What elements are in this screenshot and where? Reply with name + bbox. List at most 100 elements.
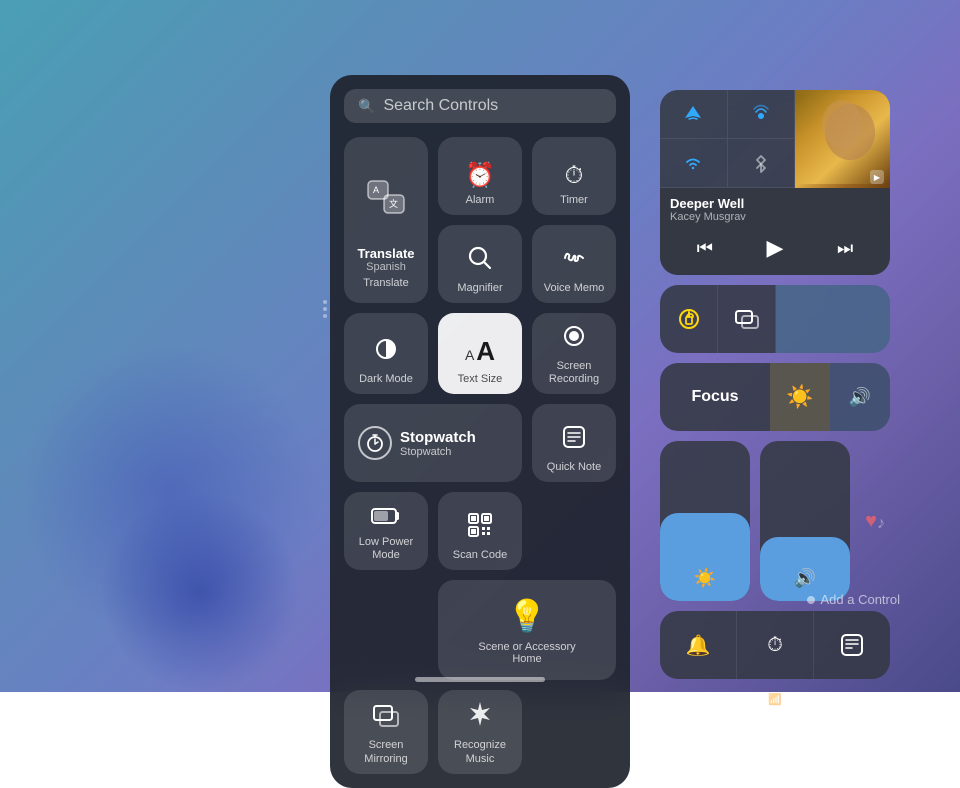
big-a: A — [476, 336, 495, 367]
timer-button[interactable]: ⏱ — [737, 611, 814, 679]
lock-rotation-button[interactable] — [660, 285, 718, 353]
screen-mirroring-tile[interactable]: ScreenMirroring — [344, 690, 428, 773]
translate-bottom: Translate — [363, 277, 408, 289]
now-playing-widget: ▶ Deeper Well Kacey Musgrav ⏮ ▶ ⏭ — [660, 90, 890, 275]
voice-memo-tile[interactable]: Voice Memo — [532, 225, 616, 303]
lock-screen-row — [660, 285, 890, 353]
brightness-slider[interactable]: ☀️ — [660, 441, 750, 601]
now-playing-top: ▶ — [660, 90, 890, 188]
screen-recording-label: ScreenRecording — [549, 360, 599, 386]
magnifier-tile[interactable]: Magnifier — [438, 225, 522, 303]
track-title: Deeper Well — [670, 196, 880, 211]
album-art: ▶ — [795, 90, 890, 188]
dark-mode-tile[interactable]: Dark Mode — [344, 313, 428, 394]
home-scene-icon: 💡 — [507, 597, 547, 635]
dark-mode-label: Dark Mode — [359, 373, 413, 386]
signal-icon: 📶 — [768, 693, 782, 706]
stopwatch-icon — [358, 426, 392, 460]
home-indicator — [415, 677, 545, 682]
play-pause-button[interactable]: ▶ — [763, 231, 788, 265]
low-power-tile[interactable]: Low PowerMode — [344, 492, 428, 570]
translate-title: Translate — [357, 246, 414, 261]
right-spacer-1 — [776, 285, 890, 353]
airplay-overlay: ▶ — [870, 170, 884, 184]
timer-icon: ⏱ — [565, 162, 584, 190]
screen-recording-tile[interactable]: ScreenRecording — [532, 313, 616, 394]
focus-label-area: Focus — [660, 363, 770, 431]
sliders-row: ☀️ 🔊 ♥ ♪ — [660, 441, 890, 601]
recognize-music-tile[interactable]: RecognizeMusic — [438, 690, 522, 773]
timer-tile[interactable]: ⏱ Timer — [532, 137, 616, 215]
focus-label: Focus — [691, 388, 738, 406]
text-size-tile[interactable]: A A Text Size — [438, 313, 522, 394]
airdrop-button[interactable] — [728, 90, 796, 139]
volume-icon-button[interactable]: 🔊 — [830, 363, 890, 431]
volume-slider[interactable]: 🔊 — [760, 441, 850, 601]
right-panel: ▶ Deeper Well Kacey Musgrav ⏮ ▶ ⏭ — [660, 90, 890, 710]
volume-icon: 🔊 — [794, 568, 816, 589]
music-note-icon: ♪ — [877, 515, 885, 533]
alarm-icon: ⏰ — [465, 161, 495, 190]
bg-decoration-2 — [100, 492, 300, 692]
voice-memo-icon — [561, 245, 587, 278]
rewind-button[interactable]: ⏮ — [693, 234, 717, 263]
home-label: Home — [512, 653, 541, 665]
focus-row: Focus ☀️ 🔊 — [660, 363, 890, 431]
home-scene-label: Scene or Accessory — [478, 641, 575, 653]
screen-mirroring-label: ScreenMirroring — [364, 739, 407, 765]
translate-icon: A 文 — [366, 179, 406, 222]
scan-code-label: Scan Code — [453, 549, 507, 562]
stopwatch-tile[interactable]: Stopwatch Stopwatch — [344, 404, 522, 482]
heart-music-col: ♥ ♪ — [860, 441, 890, 601]
text-size-label: Text Size — [458, 373, 503, 386]
scan-code-icon — [467, 512, 493, 545]
airplane-mode-button[interactable] — [660, 90, 728, 139]
text-size-visual: A A — [465, 336, 495, 367]
heart-icon: ♥ — [865, 510, 877, 533]
translate-language: Spanish — [366, 261, 406, 273]
alarm-tile[interactable]: ⏰ Alarm — [438, 137, 522, 215]
recognize-music-icon — [466, 700, 494, 735]
low-power-label: Low PowerMode — [359, 536, 413, 562]
search-bar[interactable]: 🔍 Search Controls — [344, 89, 616, 123]
add-control-dot — [807, 596, 815, 604]
search-placeholder: Search Controls — [383, 97, 498, 115]
add-control-area[interactable]: Add a Control — [807, 592, 901, 607]
svg-text:A: A — [373, 185, 379, 195]
bell-button[interactable]: 🔔 — [660, 611, 737, 679]
quick-note-label: Quick Note — [547, 461, 601, 474]
low-power-icon — [371, 504, 401, 532]
magnifier-label: Magnifier — [457, 282, 502, 295]
search-icon: 🔍 — [358, 98, 375, 115]
magnifier-icon — [467, 245, 493, 278]
screen-mirroring-icon — [373, 702, 399, 735]
brightness-icon: ☀️ — [694, 568, 716, 589]
scan-code-tile[interactable]: Scan Code — [438, 492, 522, 570]
wifi-button[interactable] — [660, 139, 728, 188]
fast-forward-button[interactable]: ⏭ — [833, 234, 857, 263]
alarm-label: Alarm — [466, 194, 495, 207]
connectivity-grid — [660, 90, 795, 188]
playback-controls: ⏮ ▶ ⏭ — [670, 231, 880, 265]
stopwatch-labels: Stopwatch Stopwatch — [400, 429, 476, 458]
dark-mode-icon — [373, 336, 399, 369]
track-artist: Kacey Musgrav — [670, 211, 880, 223]
now-playing-info: Deeper Well Kacey Musgrav ⏮ ▶ ⏭ — [660, 188, 890, 275]
translate-content: A 文 Translate Spanish Translate — [352, 167, 420, 295]
bluetooth-button[interactable] — [728, 139, 796, 188]
signal-indicator: 📶 — [660, 689, 890, 710]
notes-button[interactable] — [814, 611, 890, 679]
screen-mirror-button[interactable] — [718, 285, 776, 353]
small-a: A — [465, 347, 474, 363]
volume-side-indicator — [323, 300, 327, 318]
bottom-row: 🔔 ⏱ — [660, 611, 890, 679]
sun-brightness-button[interactable]: ☀️ — [770, 363, 830, 431]
quick-note-tile[interactable]: Quick Note — [532, 404, 616, 482]
stopwatch-title: Stopwatch — [400, 429, 476, 446]
svg-text:文: 文 — [389, 198, 398, 209]
recognize-music-label: RecognizeMusic — [454, 739, 506, 765]
add-control-label: Add a Control — [821, 592, 901, 607]
voice-memo-label: Voice Memo — [544, 282, 605, 295]
home-tile[interactable]: 💡 Scene or Accessory Home — [438, 580, 616, 680]
translate-tile[interactable]: A 文 Translate Spanish Translate — [344, 137, 428, 303]
